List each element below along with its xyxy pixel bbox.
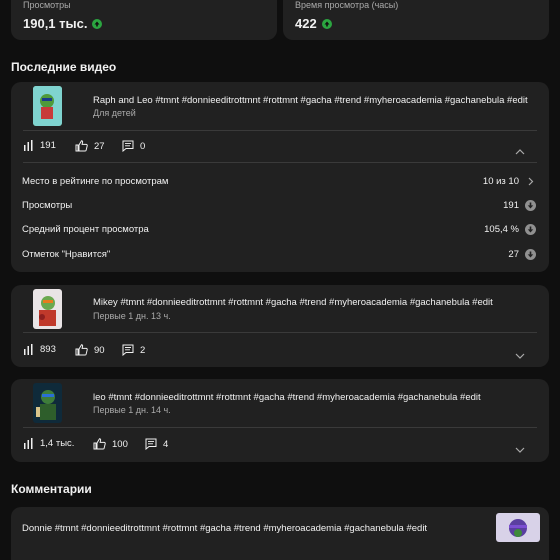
comment-video-thumbnail[interactable] bbox=[496, 513, 540, 542]
comment-video-title[interactable]: Donnie #tmnt #donnieeditrottmnt #rottmnt… bbox=[22, 523, 427, 534]
divider bbox=[23, 427, 537, 428]
likes-metric: 100 bbox=[93, 438, 128, 450]
detail-value: 10 из 10 bbox=[482, 175, 519, 187]
comment-icon bbox=[122, 140, 134, 152]
chevron-down-icon[interactable] bbox=[515, 347, 525, 365]
video-subtitle: Для детей bbox=[93, 108, 136, 118]
detail-label: Просмотры bbox=[22, 199, 73, 211]
thumbs-up-icon bbox=[93, 438, 106, 450]
likes-count: 90 bbox=[94, 344, 105, 356]
stat-label: Время просмотра (часы) bbox=[295, 0, 399, 10]
views-metric: 191 bbox=[23, 140, 56, 151]
views-metric: 893 bbox=[23, 344, 56, 355]
likes-count: 100 bbox=[112, 438, 128, 450]
stat-number: 422 bbox=[295, 16, 317, 31]
chevron-up-icon[interactable] bbox=[515, 142, 525, 160]
thumbs-up-icon bbox=[75, 344, 88, 356]
bar-chart-icon bbox=[24, 140, 33, 151]
thumbs-up-icon bbox=[75, 140, 88, 152]
detail-label: Место в рейтинге по просмотрам bbox=[22, 175, 169, 187]
bar-chart-icon bbox=[24, 344, 33, 355]
chevron-down-icon[interactable] bbox=[515, 441, 525, 459]
divider bbox=[23, 162, 537, 163]
comments-metric: 4 bbox=[145, 438, 168, 450]
detail-value: 105,4 % bbox=[484, 223, 519, 235]
stat-value: 190,1 тыс. bbox=[23, 16, 103, 31]
views-count: 893 bbox=[40, 344, 56, 355]
video-card[interactable]: Raph and Leo #tmnt #donnieeditrottmnt #r… bbox=[11, 82, 549, 272]
arrow-up-icon bbox=[92, 18, 103, 29]
likes-count: 27 bbox=[94, 140, 105, 152]
chevron-right-icon bbox=[528, 177, 534, 185]
bar-chart-icon bbox=[24, 438, 33, 449]
stat-label: Просмотры bbox=[23, 0, 71, 10]
comment-card[interactable]: Donnie #tmnt #donnieeditrottmnt #rottmnt… bbox=[11, 507, 549, 560]
comments-metric: 2 bbox=[122, 344, 145, 356]
detail-row-avg-percent[interactable]: Средний процент просмотра 105,4 % bbox=[22, 219, 536, 239]
comments-metric: 0 bbox=[122, 140, 145, 152]
divider bbox=[23, 130, 537, 131]
arrow-down-circle-icon bbox=[525, 199, 536, 211]
views-count: 191 bbox=[40, 140, 56, 151]
detail-value: 27 bbox=[508, 248, 519, 260]
section-title-recent-videos: Последние видео bbox=[11, 60, 117, 74]
video-title[interactable]: Mikey #tmnt #donnieeditrottmnt #rottmnt … bbox=[93, 297, 493, 308]
video-thumbnail[interactable] bbox=[33, 86, 62, 126]
stat-number: 190,1 тыс. bbox=[23, 16, 88, 31]
comments-count: 0 bbox=[140, 140, 146, 152]
detail-row-likes[interactable]: Отметок "Нравится" 27 bbox=[22, 244, 536, 264]
comments-count: 2 bbox=[140, 344, 146, 356]
arrow-down-circle-icon bbox=[525, 223, 536, 235]
detail-value: 191 bbox=[503, 199, 519, 211]
video-card[interactable]: leo #tmnt #donnieeditrottmnt #rottmnt #g… bbox=[11, 379, 549, 462]
comment-icon bbox=[145, 438, 157, 450]
likes-metric: 90 bbox=[75, 344, 105, 356]
detail-label: Отметок "Нравится" bbox=[22, 248, 111, 260]
stat-card-watch-time[interactable]: Время просмотра (часы) 422 bbox=[283, 0, 549, 40]
arrow-up-icon bbox=[321, 18, 332, 29]
arrow-down-circle-icon bbox=[525, 248, 536, 260]
detail-row-rank[interactable]: Место в рейтинге по просмотрам 10 из 10 bbox=[22, 171, 536, 191]
views-metric: 1,4 тыс. bbox=[23, 438, 74, 449]
comments-count: 4 bbox=[163, 438, 169, 450]
stat-card-views[interactable]: Просмотры 190,1 тыс. bbox=[11, 0, 277, 40]
video-subtitle: Первые 1 дн. 13 ч. bbox=[93, 311, 171, 321]
views-count: 1,4 тыс. bbox=[40, 438, 75, 449]
comment-icon bbox=[122, 344, 134, 356]
stat-value: 422 bbox=[295, 16, 332, 31]
video-title[interactable]: Raph and Leo #tmnt #donnieeditrottmnt #r… bbox=[93, 95, 528, 106]
video-card[interactable]: Mikey #tmnt #donnieeditrottmnt #rottmnt … bbox=[11, 285, 549, 367]
detail-label: Средний процент просмотра bbox=[22, 223, 149, 235]
video-thumbnail[interactable] bbox=[33, 383, 62, 423]
section-title-comments: Комментарии bbox=[11, 482, 92, 496]
video-thumbnail[interactable] bbox=[33, 289, 62, 329]
likes-metric: 27 bbox=[75, 140, 105, 152]
video-title[interactable]: leo #tmnt #donnieeditrottmnt #rottmnt #g… bbox=[93, 392, 481, 403]
video-subtitle: Первые 1 дн. 14 ч. bbox=[93, 405, 171, 415]
detail-row-views[interactable]: Просмотры 191 bbox=[22, 195, 536, 215]
divider bbox=[23, 332, 537, 333]
